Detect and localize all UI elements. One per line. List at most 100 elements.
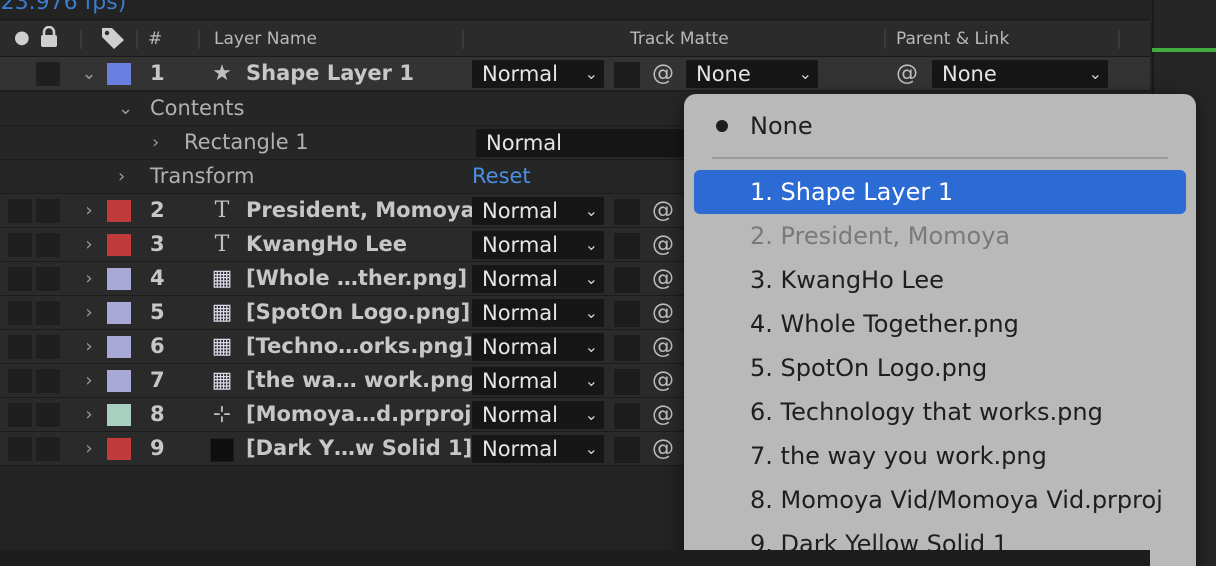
blend-mode-select[interactable]: Normal ⌄ [472,231,604,259]
menu-item-layer[interactable]: 1. Shape Layer 1 [694,170,1186,214]
solo-switch[interactable] [36,199,60,223]
blend-mode-select[interactable]: Normal ⌄ [472,367,604,395]
solid-icon: ■ [208,431,237,466]
layer-name[interactable]: [Dark Y…w Solid 1] [246,432,472,465]
matte-pickwhip-icon[interactable]: @ [648,228,678,261]
expand-chevron-icon[interactable]: › [80,432,98,465]
visibility-column-icon[interactable]: ● [14,27,30,48]
collapse-chevron-icon[interactable]: ⌄ [118,92,133,125]
solo-switch[interactable] [36,301,60,325]
label-color-swatch[interactable] [107,336,131,358]
matte-pickwhip-icon[interactable]: @ [648,194,678,227]
solo-switch[interactable] [36,335,60,359]
track-matte-select[interactable]: None ⌄ [686,60,818,88]
matte-pickwhip-icon[interactable]: @ [648,57,678,90]
blend-mode-select[interactable]: Normal ⌄ [472,401,604,429]
parent-pickwhip-icon[interactable]: @ [892,57,922,90]
layer-row[interactable]: ⌄ 1 ★ Shape Layer 1 Normal ⌄ @ None ⌄ @ … [0,57,1150,91]
lock-column-icon[interactable] [38,25,60,53]
blend-mode-select[interactable]: Normal ⌄ [472,299,604,327]
column-header: ● # Layer Name Track Matte Parent & Link [0,21,1150,57]
layer-name[interactable]: [Whole …ther.png] [246,262,467,295]
label-color-swatch[interactable] [107,200,131,222]
blend-mode-value: Normal [482,267,558,291]
visibility-switch[interactable] [8,369,32,393]
preserve-transparency-switch[interactable] [614,301,640,327]
preserve-transparency-switch[interactable] [614,437,640,463]
reset-link[interactable]: Reset [472,160,531,193]
layer-name[interactable]: [Momoya…d.prproj] [246,398,481,431]
preserve-transparency-switch[interactable] [614,233,640,259]
track-matte-header[interactable]: Track Matte [630,29,729,49]
layer-name[interactable]: Shape Layer 1 [246,57,414,90]
matte-pickwhip-icon[interactable]: @ [648,330,678,363]
matte-pickwhip-icon[interactable]: @ [648,398,678,431]
layer-name-header[interactable]: Layer Name [214,29,317,49]
matte-pickwhip-icon[interactable]: @ [648,296,678,329]
preserve-transparency-switch[interactable] [614,62,640,88]
work-area-bar[interactable] [1152,48,1216,52]
menu-item-layer[interactable]: 7. the way you work.png [694,434,1186,478]
expand-chevron-icon[interactable]: › [80,330,98,363]
visibility-switch[interactable] [8,267,32,291]
solo-switch[interactable] [36,369,60,393]
expand-chevron-icon[interactable]: › [80,364,98,397]
blend-mode-value: Normal [482,301,558,325]
visibility-switch[interactable] [8,233,32,257]
solo-switch[interactable] [36,233,60,257]
layer-name[interactable]: [Techno…orks.png] [246,330,473,363]
visibility-switch[interactable] [8,403,32,427]
expand-chevron-icon[interactable]: › [118,160,125,193]
menu-item-none[interactable]: None [694,104,1186,148]
matte-pickwhip-icon[interactable]: @ [648,262,678,295]
expand-chevron-icon[interactable]: › [152,126,159,159]
preserve-transparency-switch[interactable] [614,267,640,293]
preserve-transparency-switch[interactable] [614,199,640,225]
visibility-switch[interactable] [8,335,32,359]
label-color-swatch[interactable] [107,438,131,460]
solo-switch[interactable] [36,62,60,86]
preserve-transparency-switch[interactable] [614,369,640,395]
label-color-swatch[interactable] [107,234,131,256]
layer-name[interactable]: [SpotOn Logo.png] [246,296,470,329]
matte-pickwhip-icon[interactable]: @ [648,364,678,397]
preserve-transparency-switch[interactable] [614,403,640,429]
blend-mode-value: Normal [482,199,558,223]
visibility-switch[interactable] [8,437,32,461]
layer-name[interactable]: KwangHo Lee [246,228,407,261]
visibility-switch[interactable] [8,199,32,223]
label-color-swatch[interactable] [107,370,131,392]
blend-mode-select[interactable]: Normal ⌄ [472,197,604,225]
visibility-switch[interactable] [8,301,32,325]
menu-item-layer[interactable]: 6. Technology that works.png [694,390,1186,434]
label-column-icon[interactable] [100,26,126,55]
expand-chevron-icon[interactable]: › [80,262,98,295]
menu-item-layer[interactable]: 8. Momoya Vid/Momoya Vid.prproj [694,478,1186,522]
label-color-swatch[interactable] [107,404,131,426]
layer-name[interactable]: President, Momoya [246,194,475,227]
matte-pickwhip-icon[interactable]: @ [648,432,678,465]
expand-chevron-icon[interactable]: › [80,228,98,261]
blend-mode-select[interactable]: Normal ⌄ [472,60,604,88]
blend-mode-select[interactable]: Normal ⌄ [472,333,604,361]
parent-select[interactable]: None ⌄ [932,60,1108,88]
expand-chevron-icon[interactable]: › [80,398,98,431]
rectangle-blend-mode-select[interactable]: Normal [476,129,686,157]
collapse-chevron-icon[interactable]: ⌄ [80,57,98,90]
blend-mode-select[interactable]: Normal ⌄ [472,435,604,463]
menu-item-layer[interactable]: 5. SpotOn Logo.png [694,346,1186,390]
layer-name[interactable]: [the wa… work.png] [246,364,485,397]
label-color-swatch[interactable] [107,268,131,290]
solo-switch[interactable] [36,267,60,291]
label-color-swatch[interactable] [107,63,131,85]
menu-item-layer[interactable]: 4. Whole Together.png [694,302,1186,346]
expand-chevron-icon[interactable]: › [80,296,98,329]
label-color-swatch[interactable] [107,302,131,324]
solo-switch[interactable] [36,437,60,461]
preserve-transparency-switch[interactable] [614,335,640,361]
expand-chevron-icon[interactable]: › [80,194,98,227]
parent-link-header[interactable]: Parent & Link [896,29,1009,49]
menu-item-layer[interactable]: 3. KwangHo Lee [694,258,1186,302]
solo-switch[interactable] [36,403,60,427]
blend-mode-select[interactable]: Normal ⌄ [472,265,604,293]
